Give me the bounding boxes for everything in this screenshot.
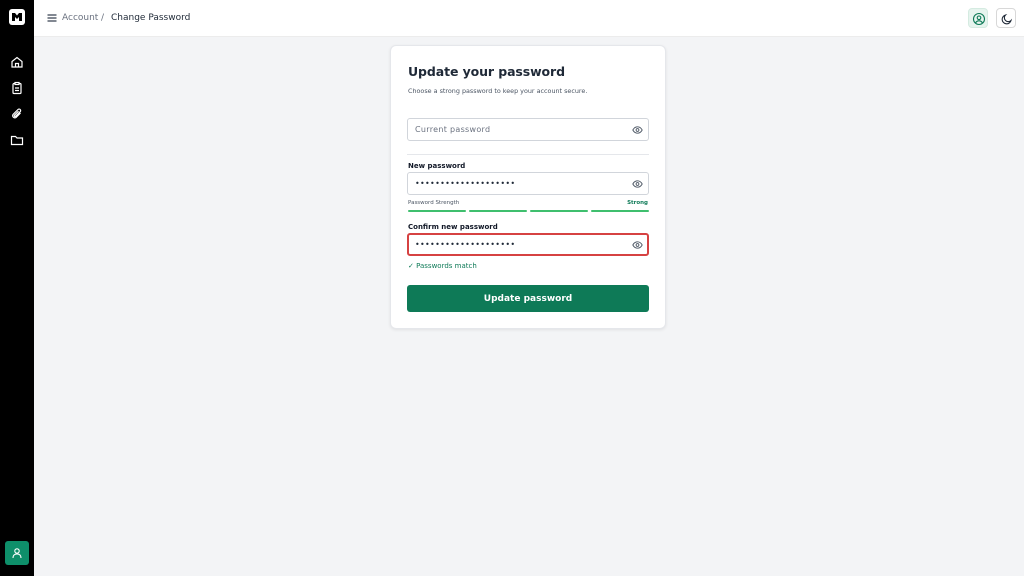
confirm-password-field [407, 233, 649, 256]
passwords-match-message: ✓ Passwords match [408, 262, 477, 270]
breadcrumb-separator: / [101, 13, 105, 23]
hamburger-icon[interactable] [46, 12, 58, 24]
paperclip-icon[interactable] [10, 107, 24, 121]
strength-segment [591, 210, 649, 212]
card-subtitle: Choose a strong password to keep your ac… [408, 87, 588, 95]
update-password-button[interactable]: Update password [407, 285, 649, 312]
password-strength-label: Password Strength [408, 200, 460, 206]
breadcrumb-current: Change Password [111, 13, 191, 23]
sidebar [0, 0, 34, 576]
card-title: Update your password [408, 64, 565, 79]
user-menu-button[interactable] [5, 541, 29, 565]
breadcrumb-account[interactable]: Account [62, 12, 98, 24]
strength-segment [408, 210, 466, 212]
clipboard-icon[interactable] [10, 81, 24, 95]
section-divider [407, 154, 649, 155]
user-circle-icon [972, 12, 986, 26]
current-password-input[interactable] [408, 119, 623, 140]
eye-icon[interactable] [632, 240, 643, 250]
confirm-password-label: Confirm new password [408, 223, 498, 231]
update-password-card: Update your password Choose a strong pas… [390, 45, 666, 329]
strength-segment [530, 210, 588, 212]
user-icon [12, 548, 22, 559]
new-password-input[interactable] [408, 173, 623, 194]
moon-icon [1001, 13, 1013, 25]
top-bar: Account / Change Password [34, 0, 1024, 37]
profile-button[interactable] [968, 8, 988, 28]
eye-icon[interactable] [632, 179, 643, 189]
new-password-field [407, 172, 649, 195]
strength-segment [469, 210, 527, 212]
theme-toggle-button[interactable] [996, 8, 1016, 28]
confirm-password-input[interactable] [408, 234, 623, 255]
folder-icon[interactable] [10, 133, 24, 147]
new-password-label: New password [408, 162, 466, 170]
brand-logo-icon[interactable] [9, 9, 25, 25]
home-icon[interactable] [10, 55, 24, 69]
eye-icon[interactable] [632, 125, 643, 135]
current-password-field [407, 118, 649, 141]
password-strength-value: Strong [627, 200, 648, 206]
